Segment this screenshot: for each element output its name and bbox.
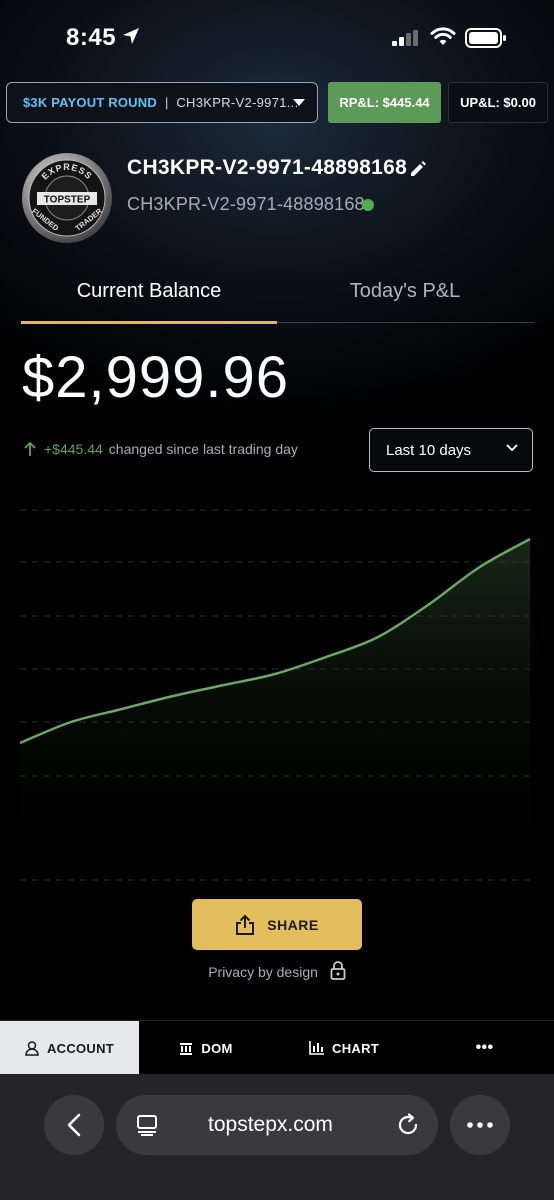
more-icon: •••: [475, 1039, 494, 1056]
topstep-express-funded-trader-logo: EXPRESS TOPSTEP FUNDED TRADER: [22, 153, 112, 243]
ellipsis-icon: [467, 1122, 493, 1128]
status-bar: 8:45: [0, 0, 554, 76]
unrealized-pnl-badge: UP&L: $0.00: [448, 82, 548, 123]
lock-icon: [330, 961, 346, 980]
browser-more-button[interactable]: [450, 1095, 510, 1155]
nav-chart[interactable]: CHART: [273, 1021, 415, 1075]
realized-pnl-badge: RP&L: $445.44: [328, 82, 441, 123]
dom-icon: [180, 1042, 193, 1055]
browser-toolbar: topstepx.com: [0, 1074, 554, 1200]
change-amount: +$445.44: [44, 441, 103, 457]
active-tab-indicator: [21, 321, 277, 324]
status-time: 8:45: [66, 24, 117, 51]
date-range-value: Last 10 days: [386, 441, 472, 459]
chart-area-fill: [20, 539, 530, 880]
caret-down-icon: [293, 99, 305, 106]
current-balance-value: $2,999.96: [22, 345, 290, 410]
privacy-note: Privacy by design: [0, 961, 554, 980]
balance-change-row: +$445.44 changed since last trading day: [24, 441, 298, 457]
payout-round-label: $3K PAYOUT ROUND: [23, 95, 157, 110]
balance-area-chart: [20, 509, 534, 881]
nav-account-label: ACCOUNT: [46, 1040, 115, 1056]
date-range-select[interactable]: Last 10 days: [369, 428, 533, 472]
logo-text-middle: TOPSTEP: [44, 195, 91, 206]
wifi-icon: [430, 27, 456, 45]
account-id: CH3KPR-V2-9971-48898168: [127, 194, 365, 214]
person-icon: [25, 1040, 39, 1056]
arrow-up-icon: [24, 441, 36, 456]
nav-account[interactable]: ACCOUNT: [0, 1021, 139, 1075]
privacy-text: Privacy by design: [208, 964, 318, 980]
browser-url: topstepx.com: [208, 1113, 333, 1136]
separator: |: [164, 95, 169, 110]
chevron-left-icon: [67, 1113, 81, 1137]
nav-dom[interactable]: DOM: [139, 1021, 273, 1075]
account-selector[interactable]: $3K PAYOUT ROUND | CH3KPR-V2-9971...: [6, 82, 318, 123]
battery-icon: [465, 28, 506, 48]
reload-icon[interactable]: [396, 1113, 420, 1137]
account-status-dot: [362, 199, 374, 211]
browser-back-button[interactable]: [44, 1095, 104, 1155]
location-arrow-icon: [123, 28, 139, 44]
chevron-down-icon: [506, 444, 518, 452]
nav-dom-label: DOM: [201, 1040, 233, 1056]
browser-address-bar[interactable]: topstepx.com: [116, 1095, 438, 1155]
change-description: changed since last trading day: [108, 441, 298, 457]
tab-todays-pnl[interactable]: Today's P&L: [277, 280, 533, 303]
nav-chart-label: CHART: [332, 1040, 379, 1056]
nav-more[interactable]: •••: [415, 1021, 554, 1075]
account-title: CH3KPR-V2-9971-48898168: [127, 156, 408, 179]
tab-current-balance[interactable]: Current Balance: [21, 280, 277, 303]
share-label: SHARE: [267, 916, 319, 933]
bottom-navigation: ACCOUNT DOM CHART •••: [0, 1020, 554, 1075]
cellular-signal-icon: [392, 30, 418, 46]
tab-overview-icon[interactable]: [136, 1114, 158, 1136]
share-button[interactable]: SHARE: [192, 899, 362, 950]
share-icon: [236, 914, 255, 935]
account-short-name: CH3KPR-V2-9971...: [176, 95, 299, 110]
chart-icon: [309, 1041, 324, 1055]
pencil-edit-icon[interactable]: [409, 160, 427, 178]
